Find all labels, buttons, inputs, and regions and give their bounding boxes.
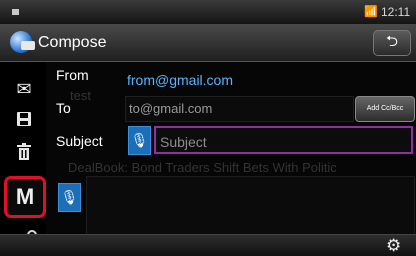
- trash-icon[interactable]: [10, 142, 38, 168]
- compose-form: test DealBook: Bond Traders Shift Bets W…: [46, 62, 416, 236]
- subject-field[interactable]: Subject: [154, 126, 413, 154]
- sidebar: ✉ M: [0, 62, 46, 255]
- save-icon[interactable]: [10, 108, 38, 134]
- gmail-icon[interactable]: M: [4, 176, 46, 218]
- gear-icon[interactable]: ⚙: [386, 236, 401, 256]
- ghost-text-to: test: [70, 88, 91, 103]
- microphone-icon: 🎙: [60, 189, 79, 205]
- page-title: Compose: [38, 34, 107, 51]
- status-bar: 📶 12:11: [0, 0, 416, 24]
- from-label: From: [56, 67, 89, 83]
- clock: 12:11: [381, 5, 411, 19]
- wifi-icon: 📶: [364, 6, 378, 18]
- subject-mic-button[interactable]: 🎙: [128, 126, 151, 155]
- back-arrow-icon: ⮌: [385, 33, 398, 50]
- subject-label: Subject: [56, 133, 103, 149]
- body-mic-button[interactable]: 🎙: [58, 183, 81, 212]
- bottom-bar: ⚙: [0, 234, 416, 256]
- to-label: To: [56, 100, 71, 116]
- title-bar: Compose ⮌: [0, 24, 416, 62]
- microphone-icon: 🎙: [130, 132, 149, 148]
- notification-icon: [12, 9, 19, 15]
- email-app-icon: [10, 31, 35, 53]
- mail-icon[interactable]: ✉: [10, 76, 38, 102]
- message-body-field[interactable]: [86, 176, 415, 236]
- back-button[interactable]: ⮌: [373, 30, 411, 56]
- from-field: from@gmail.com: [127, 72, 234, 88]
- add-cc-bcc-button[interactable]: Add Cc/Bcc: [355, 96, 415, 122]
- to-field[interactable]: to@gmail.com: [125, 96, 354, 122]
- ghost-text-body: DealBook: Bond Traders Shift Bets With P…: [68, 160, 337, 175]
